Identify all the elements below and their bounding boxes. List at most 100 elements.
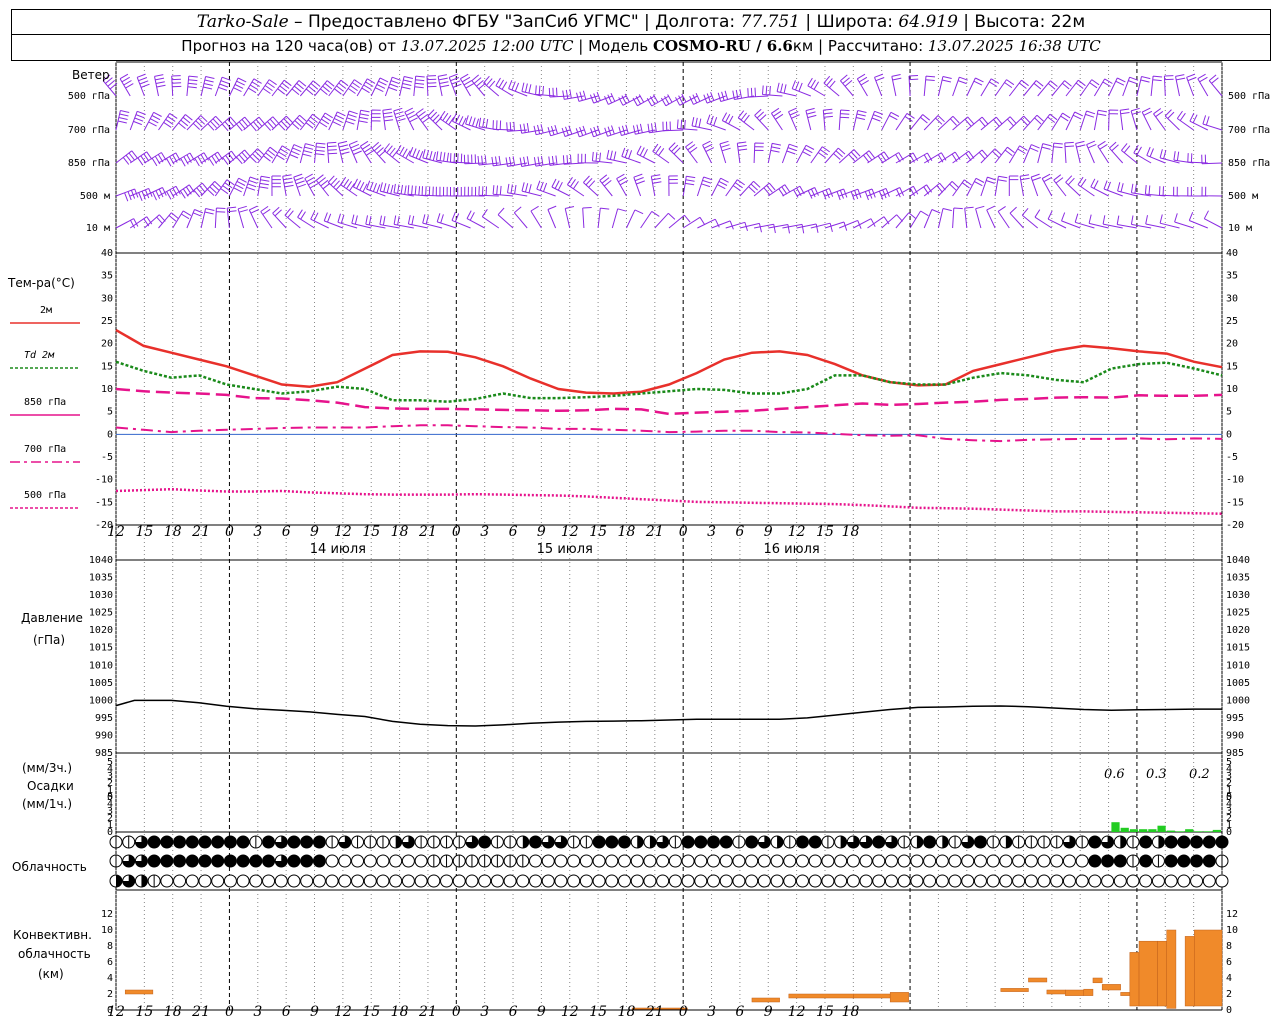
wind-barbs-panel [102, 73, 1223, 234]
wind-label: Ветер [72, 68, 110, 82]
wind-barb [937, 76, 952, 97]
wind-barb [1037, 113, 1058, 131]
cloud-symbol [401, 874, 415, 888]
pressure-tick-left: 1015 [89, 643, 113, 654]
wind-barb [1133, 144, 1152, 164]
cloud-symbol [503, 874, 517, 888]
cloud-symbol [745, 835, 759, 849]
wind-barb [1090, 178, 1109, 197]
cloud-symbol [808, 854, 822, 868]
cloud-symbol [935, 874, 949, 888]
hour-tick-label: 6 [735, 524, 744, 540]
wind-barb [1201, 186, 1223, 197]
wind-barb [788, 107, 800, 131]
wind-barb [739, 222, 762, 233]
wind-barb [299, 143, 315, 164]
cloud-symbol [795, 854, 809, 868]
wind-barb [650, 174, 662, 197]
cloud-symbol [961, 874, 975, 888]
pressure-tick-right: 1030 [1226, 590, 1250, 601]
cloud-symbol [1139, 835, 1153, 849]
wind-barb [1173, 151, 1194, 164]
wind-barb [618, 93, 641, 106]
cloud-symbol [986, 854, 1000, 868]
wind-barb [186, 75, 198, 97]
wind-barb [115, 110, 130, 131]
wind-barb [736, 141, 748, 164]
temp-tick-right: 25 [1226, 316, 1238, 327]
cloud-symbol [567, 854, 581, 868]
cloud-symbol [312, 874, 326, 888]
cloud-symbol [211, 854, 225, 868]
wind-barb [1197, 73, 1209, 97]
temp-tick-left: 0 [107, 429, 113, 440]
wind-barb [513, 206, 528, 229]
wind-barb [582, 207, 592, 229]
cloud-symbol [681, 854, 695, 868]
legend-label: 2м [40, 305, 52, 316]
hour-tick-label: 6 [735, 1004, 744, 1020]
wind-barb [471, 74, 487, 97]
wind-barb [459, 73, 474, 97]
cloud-symbol [173, 835, 187, 849]
wind-barb [732, 89, 755, 100]
pressure-tick-left: 1020 [89, 625, 113, 636]
cloud-symbol [312, 835, 326, 849]
cloud-symbol [706, 835, 720, 849]
pressure-tick-right: 1005 [1226, 678, 1250, 689]
precip-bar [1157, 825, 1166, 832]
wind-barb [1041, 173, 1053, 197]
cloud-symbol [325, 874, 339, 888]
wind-barb [1008, 175, 1019, 196]
conv-tick-right: 12 [1226, 909, 1238, 920]
wind-barb [1023, 144, 1040, 164]
wind-barb [952, 207, 963, 229]
wind-barb [508, 80, 528, 97]
wind-level-left: 500 м [80, 191, 110, 202]
hour-tick-label: 9 [764, 1004, 773, 1020]
cloud-symbol [719, 874, 733, 888]
temp-tick-right: -20 [1226, 520, 1244, 531]
cloud-symbol [1075, 874, 1089, 888]
cloud-symbol [706, 874, 720, 888]
wind-barb [451, 211, 471, 229]
wind-barb [337, 140, 350, 164]
legend-label: 500 гПа [24, 490, 66, 501]
cloud-symbol [287, 874, 301, 888]
wind-barb [895, 152, 919, 164]
cloud-symbol [1101, 874, 1115, 888]
wind-barb [272, 206, 287, 229]
wind-barb [1141, 107, 1153, 131]
cloud-symbol [821, 854, 835, 868]
wind-barb [881, 111, 900, 131]
cloud-symbol [1050, 854, 1064, 868]
cloud-symbol [719, 835, 733, 849]
cloud-symbol [516, 874, 530, 888]
cloud-symbol [465, 874, 479, 888]
wind-barb [747, 87, 769, 98]
wind-barb [226, 206, 237, 229]
convective-bar [1184, 936, 1195, 1007]
cloud-symbol [529, 835, 543, 849]
wind-barb [282, 174, 294, 197]
precip-bar [1148, 829, 1157, 832]
cloud-symbol [1012, 854, 1026, 868]
wind-barb [370, 77, 389, 97]
conv-tick-left: 4 [107, 973, 113, 984]
hour-tick-label: 6 [509, 1004, 518, 1020]
hour-tick-label: 15 [816, 524, 834, 540]
cloud-symbol [630, 854, 644, 868]
convective-label-1: Конвективн. [13, 928, 92, 942]
pressure-tick-right: 1035 [1226, 573, 1250, 584]
wind-barb [566, 177, 585, 197]
wind-barb [597, 207, 610, 229]
hour-tick-label: 0 [452, 1004, 461, 1020]
temp-series-4 [115, 487, 1223, 515]
cloud-label: Облачность [12, 860, 87, 874]
wind-level-left: 10 м [86, 223, 110, 234]
cloud-symbol [1075, 854, 1089, 868]
cloud-symbol [745, 854, 759, 868]
cloud-symbol [872, 874, 886, 888]
cloud-symbol [1202, 835, 1216, 849]
hour-tick-label: 6 [282, 1004, 291, 1020]
